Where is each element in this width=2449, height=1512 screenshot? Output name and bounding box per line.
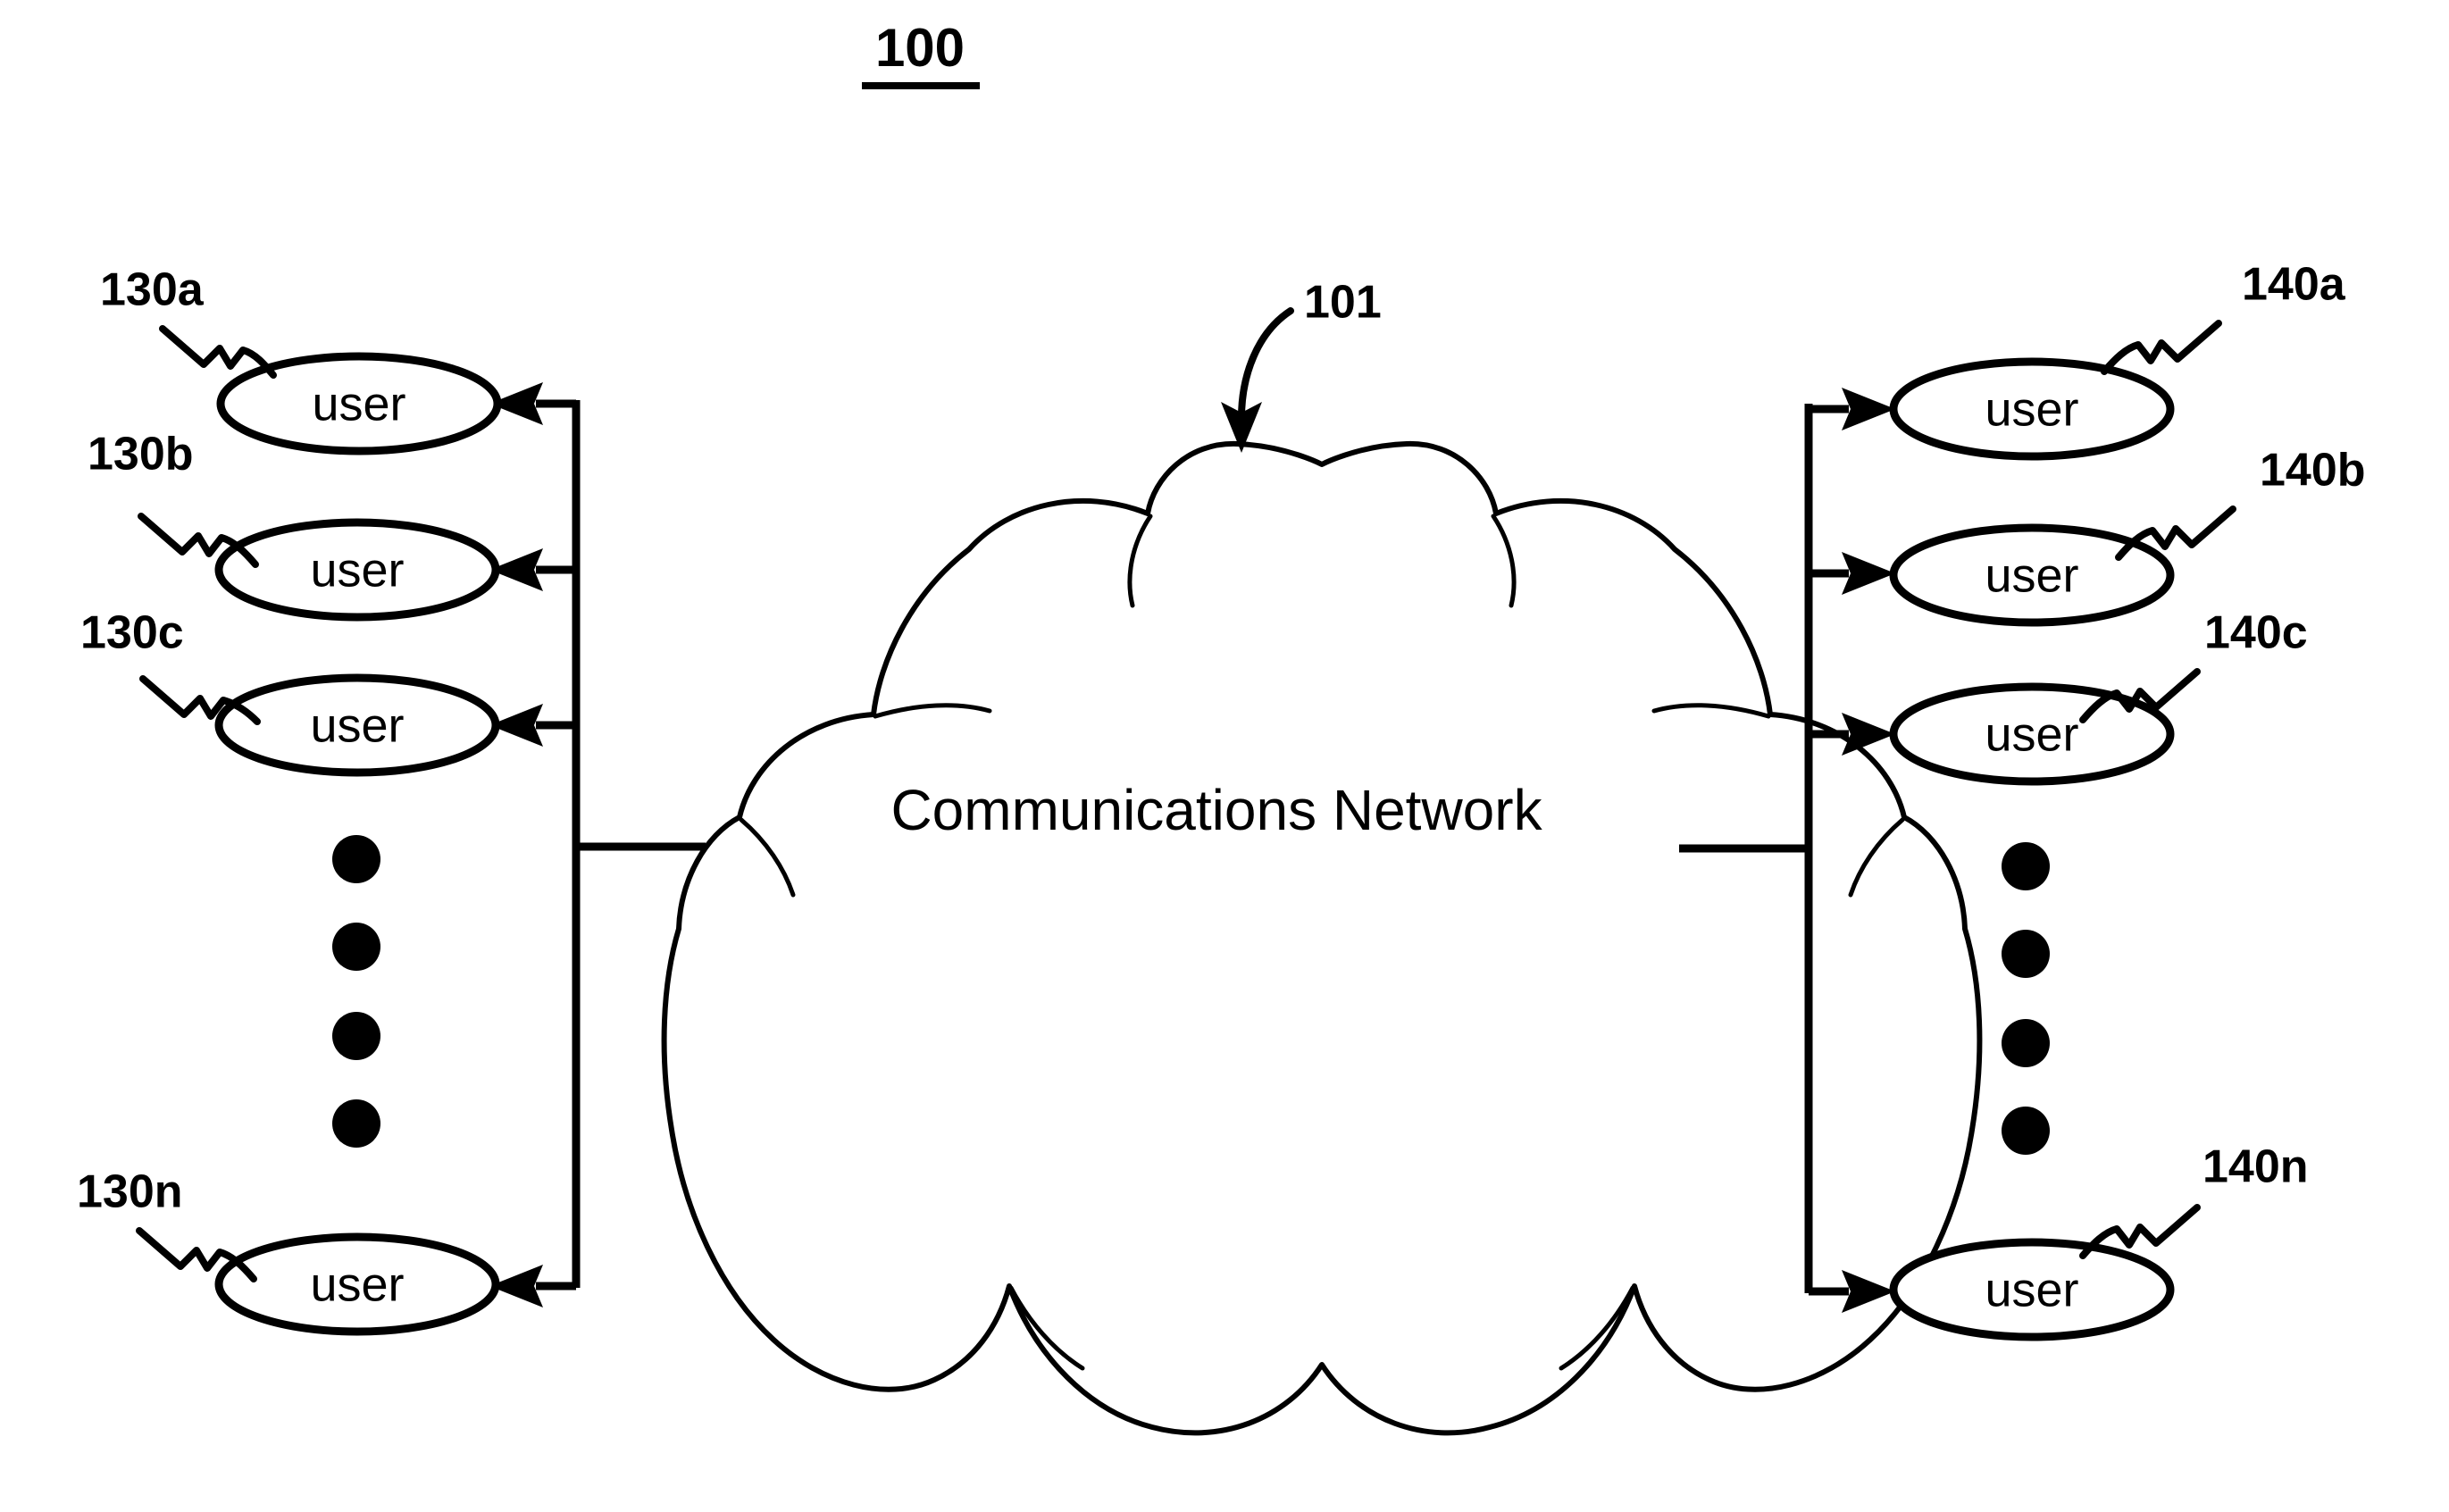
right-node-c[interactable]: user xyxy=(1889,682,2175,786)
left-ellipsis-dot-1 xyxy=(332,835,380,883)
left-reference-number-n: 130n xyxy=(77,1166,183,1218)
left-node-c-label: user xyxy=(310,698,404,752)
right-callout-140n: 140n xyxy=(2079,1141,2309,1259)
right-node-n[interactable]: user xyxy=(1889,1238,2175,1341)
left-callout-130n: 130n xyxy=(77,1166,257,1282)
right-node-n-label: user xyxy=(1985,1263,2078,1316)
patent-figure-svg: 100 Communications Network 101 user user… xyxy=(77,18,2366,1436)
right-arrowhead-c xyxy=(1842,713,1895,756)
left-node-a-label: user xyxy=(312,377,405,430)
right-ellipsis-dot-1 xyxy=(2002,842,2050,890)
left-ellipsis-dot-2 xyxy=(332,923,380,971)
left-callout-130b: 130b xyxy=(88,429,259,568)
left-node-c[interactable]: user xyxy=(214,673,500,777)
left-node-n[interactable]: user xyxy=(214,1232,500,1336)
left-ellipsis-dot-4 xyxy=(332,1099,380,1148)
right-node-c-label: user xyxy=(1985,707,2078,761)
network-reference-number: 101 xyxy=(1304,277,1382,329)
left-node-b[interactable]: user xyxy=(214,518,500,622)
left-callout-130c: 130c xyxy=(80,607,261,725)
left-reference-number-a: 130a xyxy=(100,264,205,316)
left-bus xyxy=(489,382,706,1307)
right-node-b-label: user xyxy=(1985,548,2078,602)
right-ellipsis-dot-3 xyxy=(2002,1019,2050,1067)
right-ellipsis-dot-4 xyxy=(2002,1107,2050,1155)
network-reference-callout: 101 xyxy=(1221,277,1382,453)
left-node-n-label: user xyxy=(310,1257,404,1311)
figure-title-group: 100 xyxy=(862,18,980,89)
right-ellipsis-dot-2 xyxy=(2002,930,2050,978)
left-node-a[interactable]: user xyxy=(216,352,502,455)
figure-number: 100 xyxy=(875,18,965,78)
right-reference-number-c: 140c xyxy=(2204,607,2308,659)
left-reference-number-c: 130c xyxy=(80,607,184,659)
figure-canvas: 100 Communications Network 101 user user… xyxy=(0,0,2449,1512)
right-reference-number-b: 140b xyxy=(2260,445,2366,497)
right-callout-140a: 140a xyxy=(2101,259,2346,375)
right-callout-140b: 140b xyxy=(2115,445,2366,561)
left-ellipsis-dot-3 xyxy=(332,1012,380,1060)
right-arrowhead-b xyxy=(1842,552,1895,595)
right-arrowhead-a xyxy=(1842,388,1895,430)
left-callout-130a: 130a xyxy=(100,264,277,379)
left-ellipsis-dots xyxy=(332,835,380,1148)
left-node-b-label: user xyxy=(310,543,404,597)
right-leader-line-a xyxy=(2101,320,2222,375)
cloud-outline-path xyxy=(661,440,1983,1436)
cloud-label: Communications Network xyxy=(890,778,1542,842)
network-reference-leader-line xyxy=(1238,307,1294,422)
left-reference-number-b: 130b xyxy=(88,429,194,480)
right-ellipsis-dots xyxy=(2002,842,2050,1155)
right-node-a[interactable]: user xyxy=(1889,357,2175,461)
right-reference-number-n: 140n xyxy=(2202,1141,2309,1193)
communications-network-cloud: Communications Network xyxy=(661,440,1983,1436)
right-node-a-label: user xyxy=(1985,382,2078,436)
right-reference-number-a: 140a xyxy=(2242,259,2346,311)
